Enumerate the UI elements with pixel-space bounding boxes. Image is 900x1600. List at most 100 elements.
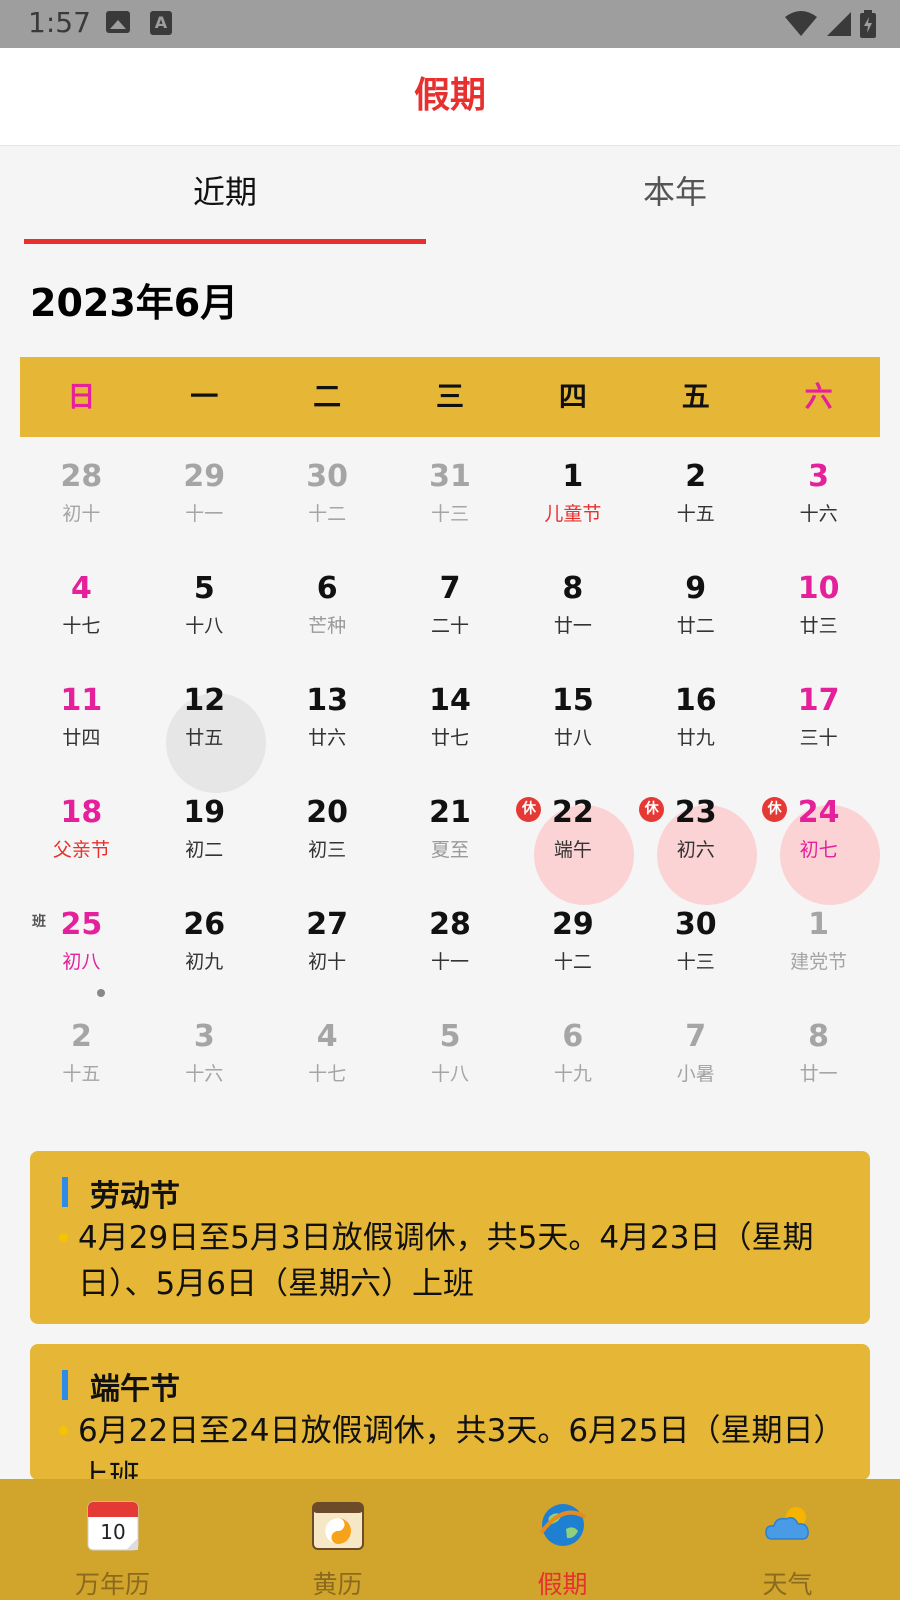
day-number: 14: [429, 683, 471, 718]
status-time: 1:57: [28, 6, 91, 39]
lunar-date: 初二: [185, 839, 224, 861]
tab-this-year[interactable]: 本年: [450, 147, 900, 245]
day-number: 5: [193, 571, 215, 606]
calendar-day-cell[interactable]: 1 建党节: [757, 885, 880, 997]
day-number: 20: [306, 795, 349, 830]
calendar-day-cell[interactable]: 16 廿九: [634, 661, 757, 773]
holiday-card-title: 劳动节: [90, 1179, 180, 1214]
calendar-day-cell[interactable]: 7 二十: [389, 549, 512, 661]
calendar-day-cell[interactable]: 31 十三: [389, 437, 512, 549]
calendar-day-cell[interactable]: 休 24 初七: [757, 773, 881, 905]
calendar-day-cell[interactable]: 8 廿一: [757, 997, 880, 1109]
day-number: 17: [797, 683, 840, 718]
calendar-day-cell[interactable]: 8 廿一: [511, 549, 634, 661]
day-number: 4: [70, 571, 92, 606]
calendar-day-cell[interactable]: 20 初三: [266, 773, 389, 885]
day-number: 28: [60, 459, 103, 494]
day-number: 4: [316, 1019, 338, 1054]
calendar-day-cell[interactable]: 6 芒种: [266, 549, 389, 661]
lunar-date: 十八: [431, 1063, 470, 1085]
day-number: 28: [429, 907, 471, 942]
calendar-day-cell[interactable]: 17 三十: [757, 661, 880, 773]
tab-recent[interactable]: 近期: [0, 147, 450, 245]
holiday-card-dragon-boat[interactable]: 端午节 6月22日至24日放假调休，共3天。6月25日（星期日）上班: [30, 1344, 870, 1480]
day-number: 11: [60, 683, 103, 718]
lunar-date: 廿八: [553, 727, 592, 749]
lunar-date: 建党节: [790, 951, 848, 973]
calendar-day-cell[interactable]: 12 廿五: [143, 661, 266, 793]
calendar-week-row: 2 十五 3 十六 4 十七 5 十八 6 十九 7 小暑 8 廿一: [20, 997, 880, 1109]
calendar-day-cell[interactable]: 18 父亲节: [20, 773, 143, 885]
lunar-date: 芒种: [308, 615, 347, 637]
calendar-day-cell[interactable]: 2 十五: [634, 437, 757, 549]
rest-day-badge: 休: [762, 797, 788, 822]
calendar-day-cell[interactable]: 5 十八: [143, 549, 266, 661]
lunar-date: 廿三: [799, 615, 838, 637]
calendar-day-cell[interactable]: 3 十六: [143, 997, 266, 1109]
wifi-icon: [785, 11, 817, 36]
nav-almanac[interactable]: 黄历: [225, 1479, 450, 1600]
calendar-day-cell[interactable]: 28 十一: [389, 885, 512, 997]
calendar-grid: 28 初十 29 十一 30 十二 31 十三 1 儿童节 2 十五 3 十六 4 十七 5 十八 6 芒种 7 二十 8 廿…: [20, 437, 881, 1109]
calendar-day-cell[interactable]: 26 初九: [143, 885, 266, 997]
calendar-day-cell[interactable]: 6 十九: [511, 997, 634, 1109]
lunar-date: 二十: [431, 615, 470, 637]
day-number: 29: [183, 459, 226, 494]
day-number: 2: [70, 1019, 92, 1054]
day-number: 6: [562, 1019, 584, 1054]
day-number: 1: [808, 907, 830, 942]
calendar-day-cell[interactable]: 班 25 初八: [20, 885, 143, 997]
calendar-day-cell[interactable]: 4 十七: [20, 549, 143, 661]
lunar-date: 廿九: [676, 727, 715, 749]
calendar-day-cell[interactable]: 9 廿二: [634, 549, 757, 661]
calendar-day-cell[interactable]: 30 十三: [634, 885, 757, 997]
calendar-day-cell[interactable]: 28 初十: [20, 437, 143, 549]
lunar-date: 廿二: [676, 615, 715, 637]
nav-holidays[interactable]: 假期: [450, 1479, 675, 1600]
lunar-date: 廿一: [799, 1063, 838, 1085]
calendar-day-cell[interactable]: 14 廿七: [389, 661, 512, 773]
weekday-mon: 一: [190, 380, 219, 413]
lunar-date: 初八: [62, 951, 101, 973]
lunar-date: 廿七: [431, 727, 470, 749]
lunar-date: 初十: [308, 951, 347, 973]
calendar-day-cell[interactable]: 休 23 初六: [634, 773, 758, 905]
calendar-day-cell[interactable]: 11 廿四: [20, 661, 143, 773]
day-number: 26: [183, 907, 226, 942]
calendar-day-cell[interactable]: 29 十一: [143, 437, 266, 549]
calendar-day-cell[interactable]: 29 十二: [511, 885, 634, 997]
calendar-week-row: 28 初十 29 十一 30 十二 31 十三 1 儿童节 2 十五 3 十六: [20, 437, 880, 549]
calendar-day-cell[interactable]: 5 十八: [389, 997, 512, 1109]
calendar-day-cell[interactable]: 2 十五: [20, 997, 143, 1109]
card-accent-bar: [62, 1177, 68, 1207]
day-number: 13: [306, 683, 349, 718]
nav-weather[interactable]: 天气: [675, 1479, 900, 1600]
lunar-date: 小暑: [676, 1063, 715, 1085]
calendar-day-cell[interactable]: 1 儿童节: [511, 437, 634, 549]
holiday-card-text: 6月22日至24日放假调休，共3天。6月25日（星期日）上班: [78, 1413, 845, 1480]
calendar-day-cell[interactable]: 27 初十: [266, 885, 389, 997]
calendar-day-cell[interactable]: 13 廿六: [266, 661, 389, 773]
calendar-day-cell[interactable]: 7 小暑: [634, 997, 757, 1109]
nav-perpetual-calendar[interactable]: 10 万年历: [0, 1479, 225, 1600]
calendar-day-cell[interactable]: 10 廿三: [757, 549, 880, 661]
calendar-day-cell[interactable]: 21 夏至: [389, 773, 512, 885]
day-number: 2: [685, 459, 707, 494]
calendar-day-cell[interactable]: 4 十七: [266, 997, 389, 1109]
nav-label: 黄历: [312, 1570, 363, 1599]
lunar-date: 廿五: [185, 727, 224, 749]
calendar-day-cell[interactable]: 休 22 端午: [511, 773, 635, 905]
bullet-dot: [59, 1233, 68, 1242]
calendar-day-cell[interactable]: 19 初二: [143, 773, 266, 885]
day-number: 5: [439, 1019, 461, 1054]
lunar-date: 三十: [799, 727, 838, 749]
holiday-card-labor-day[interactable]: 劳动节 4月29日至5月3日放假调休，共5天。4月23日（星期日）、5月6日（星…: [30, 1151, 870, 1324]
calendar-day-cell[interactable]: 3 十六: [757, 437, 880, 549]
calendar-day-cell[interactable]: 30 十二: [266, 437, 389, 549]
calendar-week-row: 班 25 初八 26 初九 27 初十 28 十一 29 十二 30 十三 1 建党节: [20, 885, 880, 997]
calendar-day-cell[interactable]: 15 廿八: [511, 661, 634, 773]
event-dot: [97, 989, 105, 997]
nav-label: 天气: [762, 1570, 813, 1599]
day-number: 10: [797, 571, 840, 606]
bottom-nav: 10 万年历 黄历 假期 天气: [0, 1479, 900, 1600]
